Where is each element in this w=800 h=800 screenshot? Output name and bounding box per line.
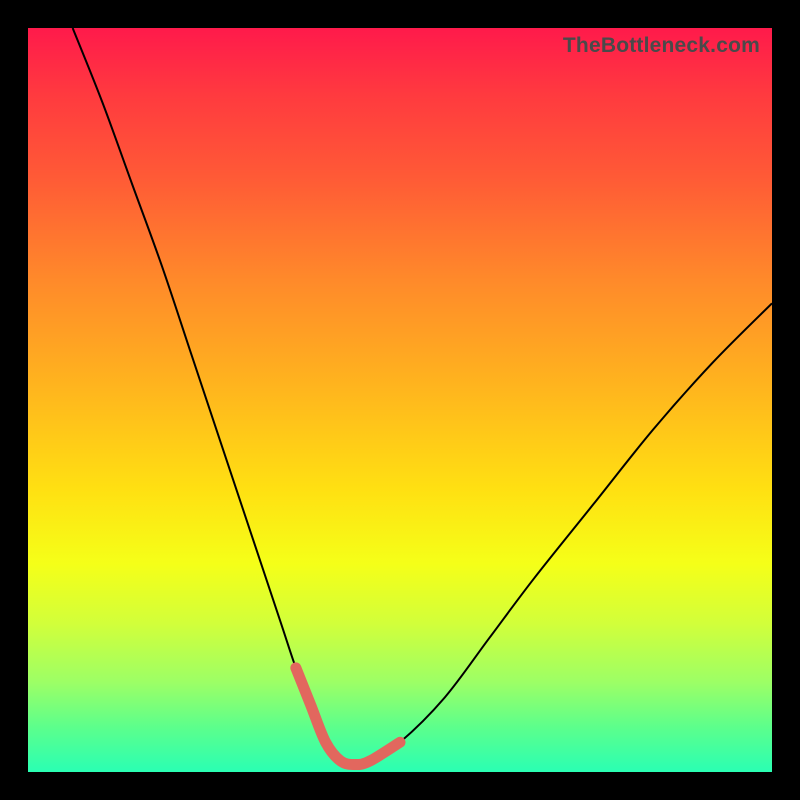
bottleneck-plot <box>28 28 772 772</box>
watermark-text: TheBottleneck.com <box>563 34 760 58</box>
bottleneck-curve <box>73 28 772 765</box>
chart-frame: TheBottleneck.com <box>28 28 772 772</box>
bottleneck-highlight <box>296 668 400 765</box>
